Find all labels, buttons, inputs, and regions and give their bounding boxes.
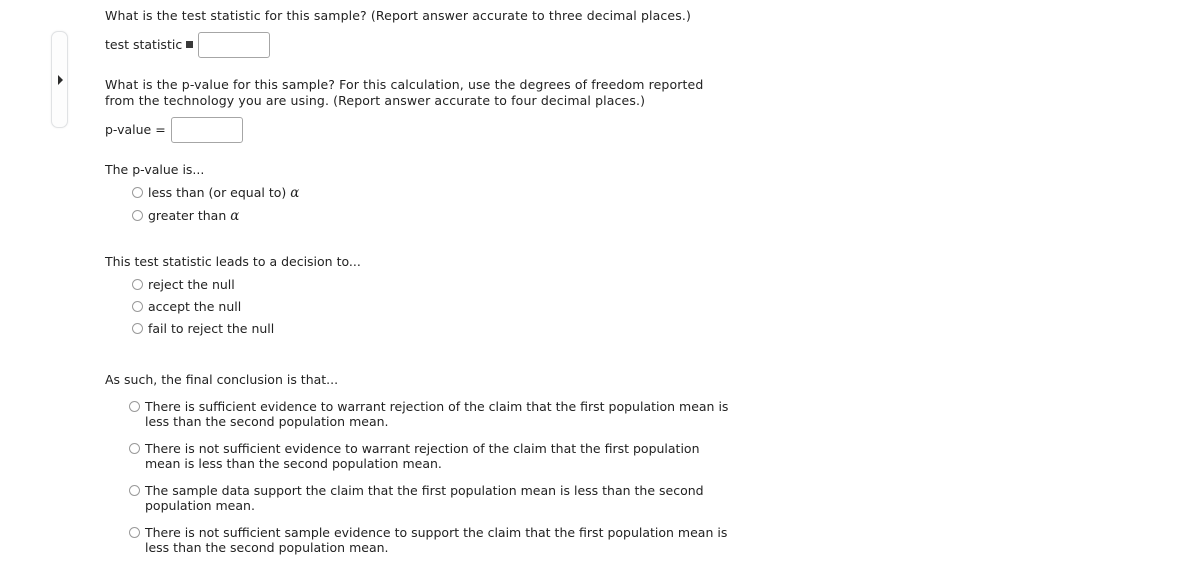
conclusion-prompt: As such, the final conclusion is that... — [105, 371, 339, 387]
alpha-symbol: α — [230, 207, 240, 224]
radio-circle-icon[interactable] — [132, 186, 143, 198]
alpha-symbol: α — [290, 184, 300, 201]
triangle-right-icon — [57, 74, 63, 85]
test-statistic-answer-row: test statistic — [105, 31, 785, 59]
radio-circle-icon[interactable] — [132, 322, 143, 334]
radio-option-label: There is not sufficient sample evidence … — [145, 524, 728, 556]
test-statistic-input[interactable] — [198, 31, 271, 58]
p-value-prompt: What is the p-value for this sample? For… — [105, 76, 704, 109]
radio-circle-icon[interactable] — [132, 209, 143, 221]
p-value-comparison-prompt: The p-value is... — [105, 161, 205, 177]
p-value-field-label: p-value — [105, 121, 152, 137]
radio-option-conclusion-1[interactable]: There is sufficient evidence to warrant … — [129, 399, 785, 430]
radio-option-pvalue-less-than[interactable]: less than (or equal to) α — [132, 185, 785, 201]
radio-option-accept-null[interactable]: accept the null — [132, 299, 785, 314]
radio-option-label: fail to reject the null — [148, 320, 275, 336]
radio-option-conclusion-3[interactable]: The sample data support the claim that t… — [129, 483, 785, 514]
question-content: What is the test statistic for this samp… — [105, 0, 785, 556]
radio-option-pvalue-greater-than[interactable]: greater than α — [132, 208, 785, 224]
radio-option-label: greater than α — [148, 207, 240, 224]
radio-option-conclusion-2[interactable]: There is not sufficient evidence to warr… — [129, 441, 785, 472]
radio-circle-icon[interactable] — [132, 278, 143, 290]
radio-option-reject-null[interactable]: reject the null — [132, 277, 785, 292]
radio-circle-icon[interactable] — [129, 526, 140, 538]
p-value-equals-sign: = — [155, 122, 166, 137]
decision-prompt: This test statistic leads to a decision … — [105, 253, 361, 269]
radio-option-label: reject the null — [148, 276, 235, 292]
radio-option-conclusion-4[interactable]: There is not sufficient sample evidence … — [129, 525, 785, 556]
radio-option-label: There is not sufficient evidence to warr… — [145, 440, 700, 472]
test-statistic-field-label: test statistic — [105, 36, 183, 52]
decision-options: reject the null accept the null fail to … — [132, 277, 785, 336]
conclusion-options: There is sufficient evidence to warrant … — [129, 399, 785, 556]
radio-option-label: There is sufficient evidence to warrant … — [145, 398, 729, 430]
radio-circle-icon[interactable] — [132, 300, 143, 312]
radio-option-fail-to-reject-null[interactable]: fail to reject the null — [132, 321, 785, 336]
conclusion-group: As such, the final conclusion is that...… — [105, 372, 785, 556]
p-value-comparison-options: less than (or equal to) α greater than α — [132, 185, 785, 224]
p-value-answer-row: p-value = — [105, 116, 785, 144]
p-value-input[interactable] — [170, 116, 243, 143]
equals-sign-glyph — [186, 41, 194, 48]
radio-option-label: less than (or equal to) α — [148, 184, 300, 201]
p-value-comparison-group: The p-value is... less than (or equal to… — [105, 162, 785, 224]
radio-circle-icon[interactable] — [129, 442, 140, 454]
radio-option-label: The sample data support the claim that t… — [145, 482, 704, 514]
question-test-statistic: What is the test statistic for this samp… — [105, 8, 785, 59]
radio-circle-icon[interactable] — [129, 484, 140, 496]
test-statistic-prompt: What is the test statistic for this samp… — [105, 8, 691, 23]
radio-circle-icon[interactable] — [129, 400, 140, 412]
decision-group: This test statistic leads to a decision … — [105, 254, 785, 336]
question-p-value: What is the p-value for this sample? For… — [105, 77, 785, 144]
sidebar-toggle-handle[interactable] — [51, 31, 68, 128]
radio-option-label: accept the null — [148, 298, 242, 314]
